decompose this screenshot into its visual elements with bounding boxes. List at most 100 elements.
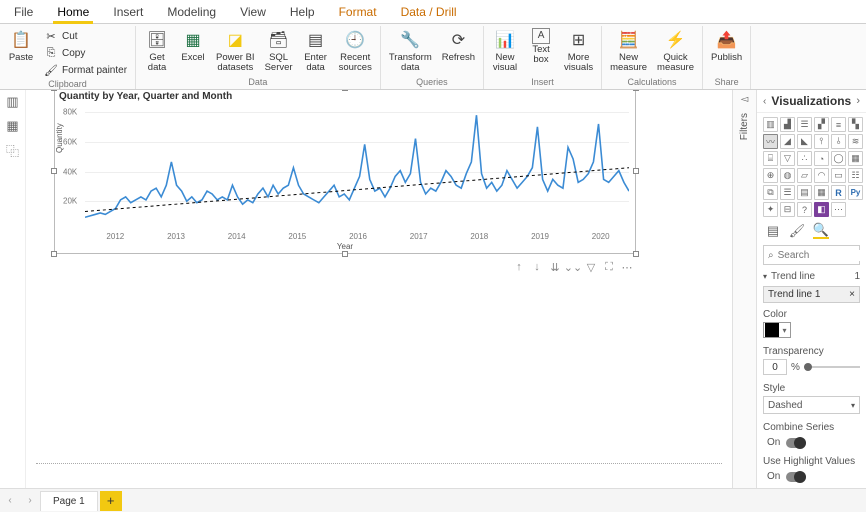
vis-clustered-column[interactable]: ▞ <box>814 117 829 132</box>
resize-handle[interactable] <box>633 168 639 174</box>
vis-filled-map[interactable]: ◍ <box>780 168 795 183</box>
cut-button[interactable]: ✂Cut <box>40 28 131 44</box>
tab-insert[interactable]: Insert <box>101 1 155 23</box>
line-chart-visual[interactable]: Quantity by Year, Quarter and Month Quan… <box>54 90 636 254</box>
tab-help[interactable]: Help <box>278 1 327 23</box>
vis-gauge[interactable]: ◠ <box>814 168 829 183</box>
vis-waterfall[interactable]: ⌸ <box>763 151 778 166</box>
slider-thumb[interactable] <box>804 363 812 371</box>
vis-scatter[interactable]: ∴ <box>797 151 812 166</box>
recent-sources-button[interactable]: 🕘Recent sources <box>335 26 376 76</box>
drill-up-icon[interactable]: ↑ <box>513 261 525 273</box>
vis-line[interactable]: 〰 <box>763 134 778 149</box>
vis-area[interactable]: ◢ <box>780 134 795 149</box>
copy-button[interactable]: ⎘Copy <box>40 45 131 61</box>
vis-100-column[interactable]: ▚ <box>848 117 863 132</box>
vis-100-bar[interactable]: ≡ <box>831 117 846 132</box>
drill-next-icon[interactable]: ⇊ <box>549 261 561 273</box>
search-box[interactable]: ⌕ <box>763 245 860 265</box>
vis-treemap[interactable]: ▦ <box>848 151 863 166</box>
resize-handle[interactable] <box>342 251 348 257</box>
chevron-left-icon[interactable]: ‹ <box>763 96 766 107</box>
tab-home[interactable]: Home <box>45 1 101 23</box>
format-painter-button[interactable]: 🖌Format painter <box>40 62 131 78</box>
vis-key-influencers[interactable]: ✦ <box>763 202 778 217</box>
resize-handle[interactable] <box>342 90 348 91</box>
combine-toggle[interactable] <box>786 438 806 448</box>
enter-data-button[interactable]: ▤Enter data <box>299 26 333 76</box>
tab-view[interactable]: View <box>228 1 278 23</box>
vis-stacked-bar[interactable]: ▥ <box>763 117 778 132</box>
vis-line-clustered[interactable]: ⫰ <box>831 134 846 149</box>
more-options-icon[interactable]: ⋯ <box>621 261 633 273</box>
highlight-toggle[interactable] <box>786 472 806 482</box>
format-icon[interactable]: 🖌 <box>789 223 805 239</box>
vis-multi-card[interactable]: ☷ <box>848 168 863 183</box>
add-page-button[interactable]: + <box>100 491 122 511</box>
report-canvas[interactable]: Quantity by Year, Quarter and Month Quan… <box>26 90 732 488</box>
vis-funnel[interactable]: ▽ <box>780 151 795 166</box>
transparency-value[interactable]: 0 <box>763 359 787 375</box>
more-visuals-button[interactable]: ⊞More visuals <box>560 26 597 76</box>
drill-down-icon[interactable]: ↓ <box>531 261 543 273</box>
vis-shape-map[interactable]: ▱ <box>797 168 812 183</box>
vis-card[interactable]: ▭ <box>831 168 846 183</box>
tab-file[interactable]: File <box>2 1 45 23</box>
expand-icon[interactable]: ⌄⌄ <box>567 261 579 273</box>
fields-icon[interactable]: ▤ <box>765 223 781 239</box>
tab-data-drill[interactable]: Data / Drill <box>389 1 469 23</box>
new-measure-button[interactable]: 🧮New measure <box>606 26 651 76</box>
vis-ribbon[interactable]: ≋ <box>848 134 863 149</box>
new-visual-button[interactable]: 📊New visual <box>488 26 522 76</box>
vis-python[interactable]: Py <box>848 185 863 200</box>
model-view-icon[interactable]: ⿻ <box>5 142 21 158</box>
color-picker[interactable]: ▾ <box>763 322 791 338</box>
search-input[interactable] <box>778 250 866 261</box>
refresh-button[interactable]: ⟳Refresh <box>438 26 479 76</box>
trend-line-item[interactable]: Trend line 1 × <box>763 286 860 303</box>
chevron-left-icon[interactable]: ◅ <box>741 94 749 105</box>
remove-icon[interactable]: × <box>849 289 855 300</box>
paste-button[interactable]: 📋Paste <box>4 26 38 78</box>
vis-donut[interactable]: ◯ <box>831 151 846 166</box>
transparency-slider[interactable] <box>804 366 860 368</box>
vis-pie[interactable]: ◔ <box>814 151 829 166</box>
get-data-button[interactable]: 🗄Get data <box>140 26 174 76</box>
vis-import[interactable]: ⋯ <box>831 202 846 217</box>
vis-clustered-bar[interactable]: ☰ <box>797 117 812 132</box>
filters-pane-collapsed[interactable]: ◅ Filters <box>732 90 756 488</box>
vis-slicer[interactable]: ☰ <box>780 185 795 200</box>
text-box-button[interactable]: AText box <box>524 26 558 76</box>
vis-table[interactable]: ▤ <box>797 185 812 200</box>
data-view-icon[interactable]: ▦ <box>5 118 21 134</box>
trend-line-section[interactable]: ▾ Trend line 1 <box>757 267 866 284</box>
focus-icon[interactable]: ⛶ <box>603 261 615 273</box>
resize-handle[interactable] <box>51 90 57 91</box>
page-tab[interactable]: Page 1 <box>40 491 98 511</box>
vis-stacked-column[interactable]: ▟ <box>780 117 795 132</box>
report-view-icon[interactable]: ▥ <box>5 94 21 110</box>
next-page-button[interactable]: › <box>20 491 40 511</box>
transform-data-button[interactable]: 🔧Transform data <box>385 26 436 76</box>
vis-matrix[interactable]: ▦ <box>814 185 829 200</box>
resize-handle[interactable] <box>633 90 639 91</box>
sql-server-button[interactable]: 🗃SQL Server <box>261 26 297 76</box>
publish-button[interactable]: 📤Publish <box>707 26 746 76</box>
vis-custom[interactable]: ◧ <box>814 202 829 217</box>
tab-format[interactable]: Format <box>327 1 389 23</box>
vis-decomposition[interactable]: ⊟ <box>780 202 795 217</box>
analytics-icon[interactable]: 🔍 <box>813 223 829 239</box>
tab-modeling[interactable]: Modeling <box>155 1 228 23</box>
resize-handle[interactable] <box>51 251 57 257</box>
vis-kpi[interactable]: ⧉ <box>763 185 778 200</box>
filter-icon[interactable]: ▽ <box>585 261 597 273</box>
pbi-datasets-button[interactable]: ◪Power BI datasets <box>212 26 259 76</box>
vis-map[interactable]: ⊕ <box>763 168 778 183</box>
vis-qna[interactable]: ? <box>797 202 812 217</box>
resize-handle[interactable] <box>633 251 639 257</box>
vis-line-column[interactable]: ⫯ <box>814 134 829 149</box>
vis-stacked-area[interactable]: ◣ <box>797 134 812 149</box>
excel-button[interactable]: ▦Excel <box>176 26 210 76</box>
chevron-right-icon[interactable]: › <box>856 95 860 107</box>
vis-r[interactable]: R <box>831 185 846 200</box>
